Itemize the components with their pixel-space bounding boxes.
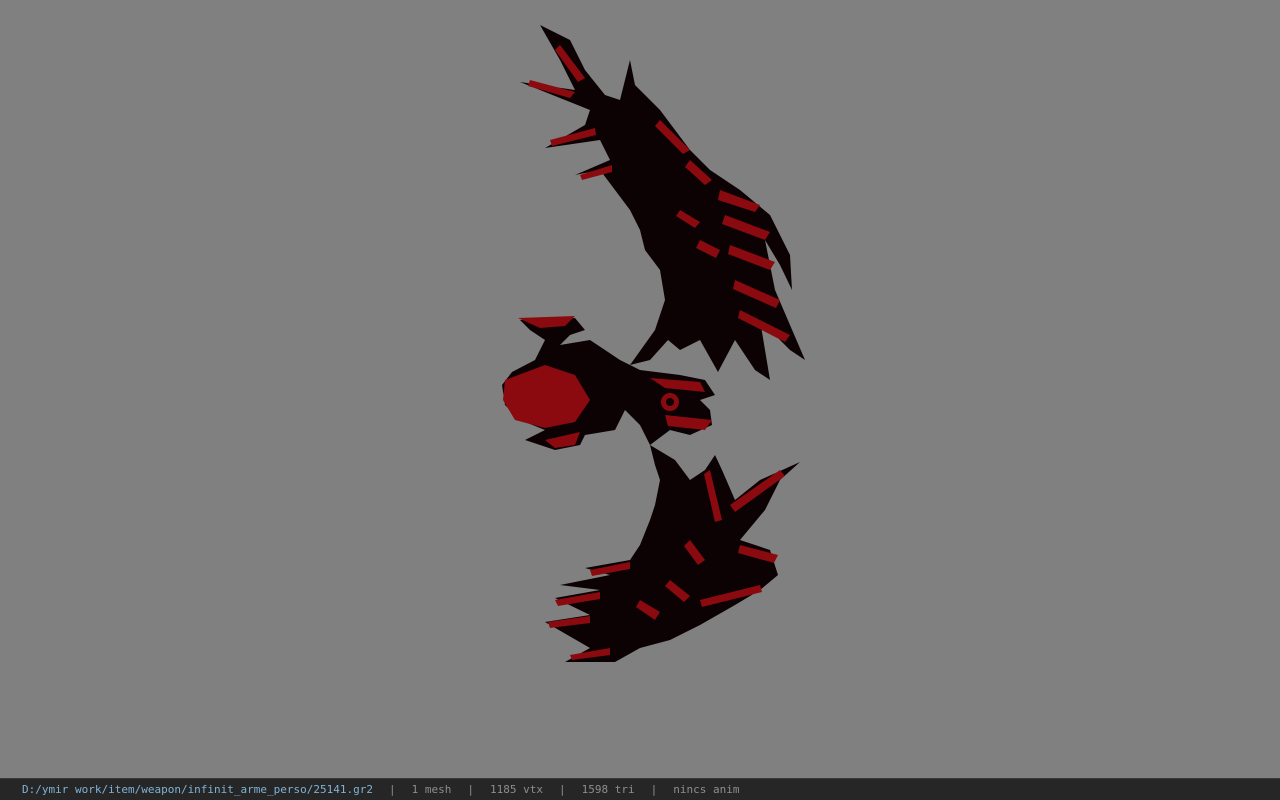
file-path: D:/ymir work/item/weapon/infinit_arme_pe…	[22, 783, 373, 796]
mesh-count: 1 mesh	[411, 783, 452, 796]
3d-viewport[interactable]	[0, 0, 1280, 778]
grip-eye-core	[666, 398, 674, 406]
separator: |	[467, 783, 474, 796]
vertex-count: 1185 vtx	[490, 783, 543, 796]
separator: |	[389, 783, 396, 796]
separator: |	[558, 783, 566, 796]
triangle-count: 1598 tri	[581, 783, 635, 796]
bow-model	[502, 25, 805, 662]
status-bar: D:/ymir work/item/weapon/infinit_arme_pe…	[0, 778, 1280, 800]
separator: |	[650, 783, 658, 796]
animation-status: nincs anim	[673, 783, 740, 796]
bow-model-render	[502, 25, 805, 662]
